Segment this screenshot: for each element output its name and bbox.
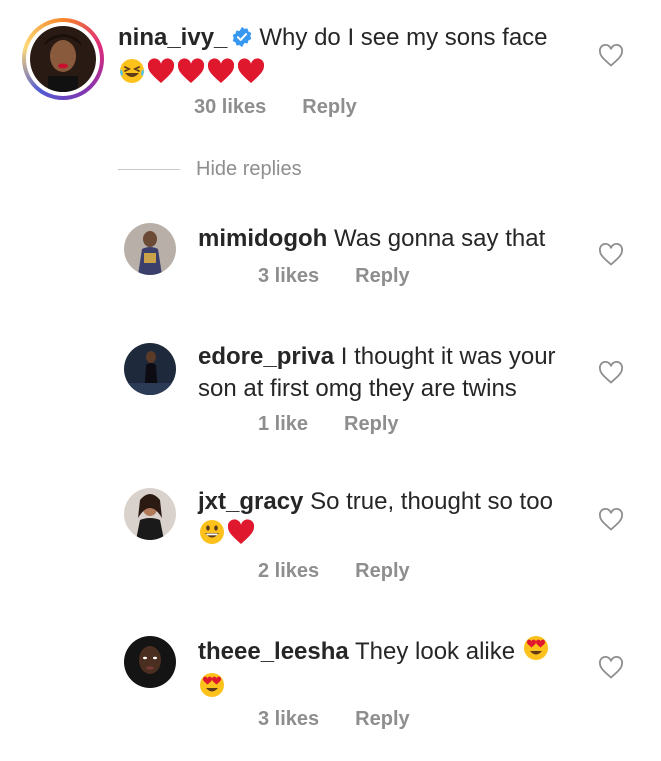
grinning-face-icon [198, 518, 226, 555]
comment-text: edore_priva I thought it was your son at… [198, 341, 588, 405]
likes-count[interactable]: 2 likes [258, 560, 319, 583]
like-heart-icon[interactable] [598, 361, 624, 385]
reply-button[interactable]: Reply [355, 708, 409, 731]
reply-comment: mimidogoh Was gonna say that 3 likes Repl… [0, 215, 661, 305]
comment-text: theee_leesha They look alike [198, 634, 588, 703]
avatar[interactable] [124, 223, 176, 275]
emoji-row [198, 671, 588, 703]
comment-body-line2: son at first omg they are twins [198, 375, 517, 402]
comment-text: jxt_gracy So true, thought so too [198, 486, 588, 550]
avatar[interactable] [124, 343, 176, 395]
emoji-row [118, 57, 588, 89]
likes-count[interactable]: 30 likes [194, 96, 266, 119]
comment-body: Why do I see my sons face [259, 24, 548, 51]
red-heart-icon [236, 57, 266, 94]
avatar[interactable] [30, 26, 96, 92]
reply-button[interactable]: Reply [355, 265, 409, 288]
reply-comment: theee_leesha They look alike 3 likes Repl… [0, 630, 661, 740]
username[interactable]: mimidogoh [198, 225, 327, 252]
comment-body: They look alike [355, 637, 516, 665]
avatar[interactable] [124, 636, 176, 688]
emoji-row [198, 518, 588, 550]
like-heart-icon[interactable] [598, 243, 624, 267]
like-heart-icon[interactable] [598, 656, 624, 680]
red-heart-icon [146, 57, 176, 94]
username[interactable]: jxt_gracy [198, 488, 303, 515]
username[interactable]: theee_leesha [198, 638, 349, 665]
comment-body: So true, thought so too [310, 488, 553, 515]
verified-badge-icon [231, 25, 253, 57]
likes-count[interactable]: 1 like [258, 413, 308, 436]
red-heart-icon [206, 57, 236, 94]
like-heart-icon[interactable] [598, 44, 624, 68]
comment-text: nina_ivy_ Why do I see my sons face [118, 22, 588, 89]
username[interactable]: nina_ivy_ [118, 24, 227, 51]
comment-meta: 2 likes Reply [258, 560, 410, 583]
comment-meta: 3 likes Reply [258, 708, 410, 731]
comment-meta: 1 like Reply [258, 413, 399, 436]
comment-body: Was gonna say that [334, 225, 546, 252]
reply-comment: jxt_gracy So true, thought so too 2 like… [0, 482, 661, 592]
likes-count[interactable]: 3 likes [258, 265, 319, 288]
reply-button[interactable]: Reply [344, 413, 398, 436]
comment-meta: 3 likes Reply [258, 265, 410, 288]
divider-line [118, 169, 180, 170]
username[interactable]: edore_priva [198, 343, 334, 370]
main-comment: nina_ivy_ Why do I see my sons face 30 li… [0, 0, 661, 140]
avatar[interactable] [124, 488, 176, 540]
red-heart-icon [226, 518, 256, 555]
comment-body: I thought it was your [340, 343, 556, 370]
hide-replies-label[interactable]: Hide replies [196, 158, 302, 181]
reply-comment: edore_priva I thought it was your son at… [0, 335, 661, 445]
red-heart-icon [176, 57, 206, 94]
comment-text: mimidogoh Was gonna say that [198, 223, 578, 255]
likes-count[interactable]: 3 likes [258, 708, 319, 731]
hide-replies-toggle[interactable]: Hide replies [118, 158, 302, 181]
heart-eyes-icon [198, 671, 226, 708]
reply-button[interactable]: Reply [355, 560, 409, 583]
heart-eyes-icon [522, 634, 550, 671]
laughing-tears-icon [118, 57, 146, 94]
like-heart-icon[interactable] [598, 508, 624, 532]
comment-meta: 30 likes Reply [194, 96, 357, 119]
reply-button[interactable]: Reply [302, 96, 356, 119]
